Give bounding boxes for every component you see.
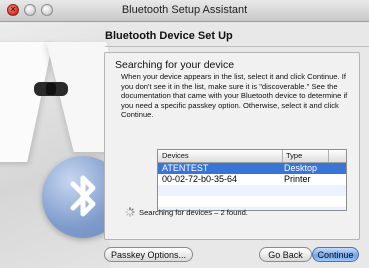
setup-assistant-window: × Bluetooth Setup Assistant Bluetooth De… bbox=[0, 0, 369, 268]
device-type: Desktop bbox=[284, 163, 318, 173]
tuxedo-bluetooth-illustration bbox=[0, 22, 110, 268]
empty-row bbox=[158, 185, 346, 196]
go-back-button[interactable]: Go Back bbox=[259, 247, 312, 262]
search-status: Searching for devices – 2 found. bbox=[139, 208, 248, 217]
device-name: 00-02-72-b0-35-64 bbox=[162, 174, 238, 184]
content-panel: Searching for your device When your devi… bbox=[104, 52, 360, 240]
page-title: Bluetooth Device Set Up bbox=[105, 30, 233, 42]
column-header-type[interactable]: Type bbox=[282, 150, 302, 162]
progress-spinner-icon bbox=[125, 207, 135, 217]
device-table[interactable]: Devices Type ATENTEST Desktop 00-02-72-b… bbox=[157, 149, 347, 211]
table-header: Devices Type bbox=[158, 150, 346, 163]
column-header-devices[interactable]: Devices bbox=[162, 151, 189, 160]
passkey-options-button[interactable]: Passkey Options... bbox=[104, 247, 193, 262]
table-row[interactable]: 00-02-72-b0-35-64 Printer bbox=[158, 174, 346, 185]
device-type: Printer bbox=[284, 174, 311, 184]
empty-row bbox=[158, 196, 346, 207]
panel-subtitle: Searching for your device bbox=[115, 59, 235, 71]
device-name: ATENTEST bbox=[162, 163, 209, 173]
bluetooth-logo-icon bbox=[42, 156, 110, 238]
title-bar: × Bluetooth Setup Assistant bbox=[0, 0, 369, 22]
continue-button[interactable]: Continue bbox=[312, 247, 359, 262]
divider bbox=[105, 46, 369, 47]
window-title: Bluetooth Setup Assistant bbox=[121, 4, 248, 16]
table-row[interactable]: ATENTEST Desktop bbox=[158, 163, 346, 174]
instructions-text: When your device appears in the list, se… bbox=[121, 72, 348, 120]
